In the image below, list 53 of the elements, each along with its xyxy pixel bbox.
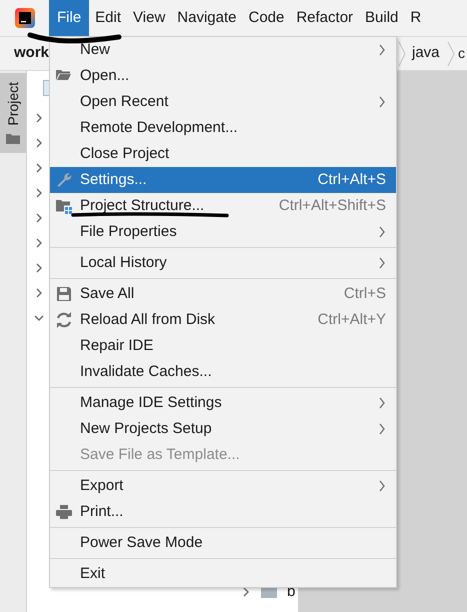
project-tool-tab[interactable]: Project [0,73,26,153]
wrench-icon [55,171,73,189]
menu-bar-item[interactable]: File [49,0,90,36]
menu-item[interactable]: Project Structure... Ctrl+Alt+Shift+S [50,193,396,219]
menu-bar-item[interactable]: View [127,0,172,36]
chevron-right-icon[interactable] [34,138,44,148]
shortcut-text: Ctrl+Alt+S [318,170,386,190]
breadcrumb-item[interactable]: java [412,42,440,65]
app-logo-icon[interactable] [14,8,34,28]
refresh-icon [55,311,73,329]
tab-label: Project [5,82,21,126]
chevron-right-icon[interactable] [34,288,44,298]
chevron-right-icon[interactable] [34,112,44,122]
chevron-right-icon[interactable] [34,238,44,248]
breadcrumb-item[interactable]: work [14,42,50,65]
shortcut-text: Ctrl+S [344,284,386,304]
menu-item[interactable]: Manage IDE Settings [50,390,396,416]
chevron-right-icon[interactable] [34,188,44,198]
menu-item[interactable]: Repair IDE [50,333,396,359]
printer-icon [55,503,73,521]
menu-item[interactable]: Power Save Mode [50,530,396,556]
menu-item[interactable]: New Projects Setup [50,416,396,442]
project-structure-icon [55,197,73,215]
menu-bar-item[interactable]: Edit [89,0,128,36]
menu-item[interactable]: Open Recent [50,89,396,115]
menu-item[interactable]: File Properties [50,219,396,245]
menu-item[interactable]: Invalidate Caches... [50,359,396,385]
chevron-down-icon[interactable] [34,312,44,322]
menu-item[interactable]: New [50,37,396,63]
menu-item[interactable]: Reload All from Disk Ctrl+Alt+Y [50,307,396,333]
menu-bar-item[interactable]: Navigate [171,0,242,36]
menu-item[interactable]: Settings... Ctrl+Alt+S [50,167,396,193]
menu-bar-item[interactable]: R [404,0,428,36]
menu-bar-item[interactable]: Build [359,0,404,36]
menu-item[interactable]: Local History [50,250,396,276]
breadcrumb-item[interactable]: c [458,43,465,64]
menu-item[interactable]: Remote Development... [50,115,396,141]
chevron-right-icon[interactable] [241,587,251,597]
shortcut-text: Ctrl+Alt+Y [318,310,386,330]
menu-item[interactable]: Exit [50,561,396,587]
chevron-right-icon[interactable] [34,162,44,172]
chevron-right-icon[interactable] [34,262,44,272]
menu-bar-item[interactable]: Code [242,0,290,36]
shortcut-text: Ctrl+Alt+Shift+S [278,196,386,216]
folder-icon [6,133,20,144]
menu-item[interactable]: Print... [50,499,396,525]
menu-bar-item[interactable]: Refactor [290,0,360,36]
menu-item[interactable]: Open... [50,63,396,89]
chevron-right-icon[interactable] [34,212,44,222]
menu-item[interactable]: Close Project [50,141,396,167]
breadcrumb-separator-icon [447,40,455,66]
menu-item[interactable]: Save All Ctrl+S [50,281,396,307]
menu-item[interactable]: Export [50,473,396,499]
